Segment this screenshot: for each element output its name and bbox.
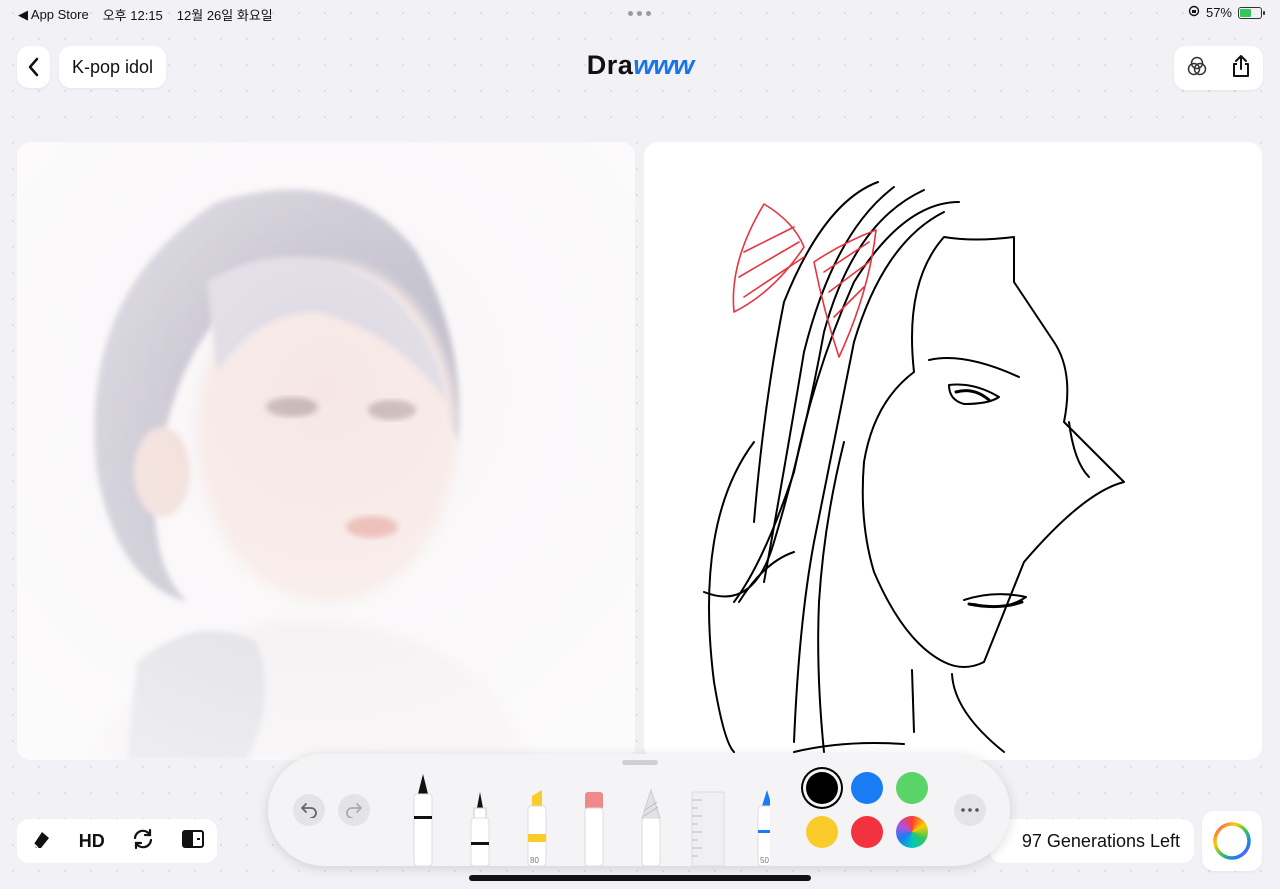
ruler-icon [691, 791, 725, 867]
marker-icon [527, 790, 547, 867]
crayon-icon [757, 790, 770, 866]
pencil-icon [641, 788, 661, 867]
color-yellow-swatch[interactable] [806, 816, 838, 848]
drawing-toolbar: 80 50 [268, 754, 1010, 867]
tool-crayon[interactable]: 50 [752, 772, 770, 866]
generation-controls: HD [17, 819, 217, 863]
color-ring-icon [1213, 822, 1251, 860]
share-icon[interactable] [1231, 54, 1251, 83]
overlay-circles-icon[interactable] [1186, 55, 1208, 82]
chevron-left-icon [28, 57, 38, 77]
generations-left: 97 Generations Left [990, 819, 1194, 863]
generated-image-panel[interactable] [17, 142, 635, 760]
back-to-app-link[interactable]: ◀ App Store [18, 7, 89, 23]
toolbar-grabber[interactable] [622, 760, 658, 765]
status-bar: ◀ App Store 오후 12:15 12월 26일 화요일 57% [0, 0, 1280, 26]
tool-eraser[interactable] [579, 772, 609, 867]
color-blue-swatch[interactable] [851, 772, 883, 804]
redo-button[interactable] [338, 794, 370, 826]
crayon-size-label: 50 [760, 856, 769, 865]
tool-fineliner[interactable] [465, 772, 495, 867]
more-options-button[interactable] [954, 794, 986, 826]
generate-button[interactable] [1202, 811, 1262, 871]
orientation-lock-icon [1188, 5, 1200, 20]
status-time: 오후 12:15 [102, 8, 163, 23]
battery-icon [1238, 6, 1265, 19]
generated-portrait [17, 142, 635, 760]
color-black-swatch[interactable] [806, 772, 838, 804]
tool-pen[interactable] [408, 772, 438, 867]
back-button[interactable] [17, 46, 50, 88]
fineliner-icon [470, 792, 490, 867]
app-title: Drawww [560, 50, 720, 81]
app-title-accent: www [633, 50, 694, 80]
color-red-swatch[interactable] [851, 816, 883, 848]
prompt-label[interactable]: K-pop idol [59, 46, 166, 88]
hd-toggle[interactable]: HD [79, 831, 105, 852]
redo-icon [346, 803, 362, 818]
undo-button[interactable] [293, 794, 325, 826]
eraser-icon[interactable] [30, 828, 52, 855]
pen-icon [413, 774, 433, 867]
color-picker-swatch[interactable] [896, 816, 928, 848]
header-actions [1174, 46, 1263, 90]
sketch-drawing [703, 181, 1125, 753]
color-green-swatch[interactable] [896, 772, 928, 804]
more-icon [961, 808, 979, 812]
app-title-main: Dra [586, 50, 634, 80]
status-date: 12월 26일 화요일 [176, 8, 273, 23]
compare-icon[interactable] [181, 829, 204, 853]
undo-icon [301, 803, 317, 818]
marker-size-label: 80 [530, 856, 539, 865]
sketch-canvas[interactable] [644, 142, 1262, 760]
refresh-icon[interactable] [131, 828, 155, 855]
tool-marker[interactable]: 80 [522, 772, 552, 867]
multitasking-dots[interactable] [628, 11, 651, 16]
tool-ruler[interactable] [690, 772, 726, 867]
eraser-tool-icon [584, 792, 604, 867]
battery-percent: 57% [1205, 5, 1232, 20]
home-indicator[interactable] [469, 875, 811, 881]
generations-left-text: 97 Generations Left [1021, 830, 1180, 851]
tool-pencil[interactable] [636, 772, 666, 867]
